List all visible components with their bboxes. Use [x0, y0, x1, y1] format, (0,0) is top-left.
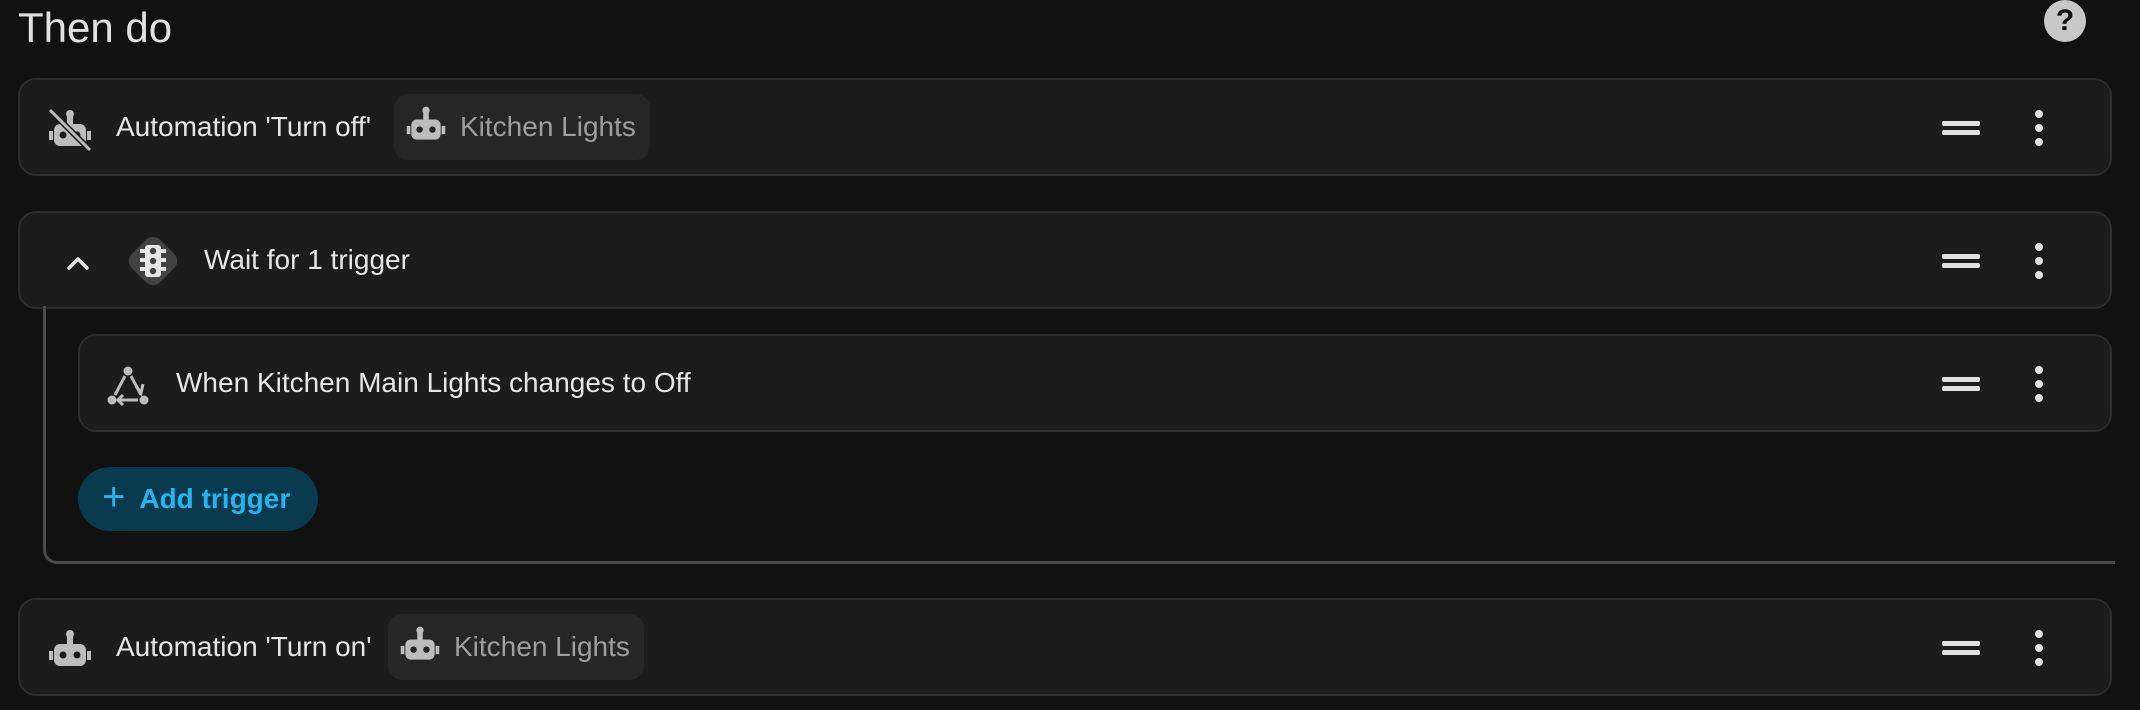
chevron-up-icon[interactable] [54, 239, 102, 287]
entity-chip[interactable]: Kitchen Lights [388, 614, 644, 680]
action-card-turn-on[interactable]: Automation 'Turn on' Kitchen Lights [18, 598, 2112, 696]
state-change-icon [104, 362, 152, 410]
robot-icon [404, 103, 448, 152]
drag-handle-icon[interactable] [1942, 247, 1980, 275]
drag-handle-icon[interactable] [1942, 114, 1980, 142]
robot-icon [398, 623, 442, 672]
trigger-card-state[interactable]: When Kitchen Main Lights changes to Off [78, 334, 2112, 432]
action-card-turn-off[interactable]: Automation 'Turn off' Kitchen Lights [18, 78, 2112, 176]
help-icon[interactable]: ? [2044, 0, 2086, 42]
traffic-light-icon [119, 227, 187, 295]
action-label: Automation 'Turn off' [116, 111, 372, 142]
more-menu-icon[interactable] [2017, 626, 2061, 670]
add-trigger-button[interactable]: + Add trigger [78, 467, 318, 531]
chip-label: Kitchen Lights [454, 631, 630, 662]
action-label: Automation 'Turn on' [116, 631, 372, 662]
entity-chip[interactable]: Kitchen Lights [394, 94, 650, 160]
more-menu-icon[interactable] [2017, 239, 2061, 283]
add-trigger-label: Add trigger [139, 483, 291, 514]
plus-icon: + [102, 475, 126, 519]
robot-icon [46, 626, 94, 674]
chip-label: Kitchen Lights [460, 111, 636, 142]
then-do-section: Then do ? Automation 'Turn off' Kitchen … [0, 0, 2140, 710]
more-menu-icon[interactable] [2017, 106, 2061, 150]
action-card-wait-for-trigger[interactable]: Wait for 1 trigger [18, 211, 2112, 309]
drag-handle-icon[interactable] [1942, 370, 1980, 398]
trigger-label: When Kitchen Main Lights changes to Off [176, 367, 691, 398]
action-label: Wait for 1 trigger [204, 244, 410, 275]
robot-off-icon [46, 106, 94, 154]
section-title: Then do [18, 4, 173, 51]
drag-handle-icon[interactable] [1942, 634, 1980, 662]
more-menu-icon[interactable] [2017, 362, 2061, 406]
